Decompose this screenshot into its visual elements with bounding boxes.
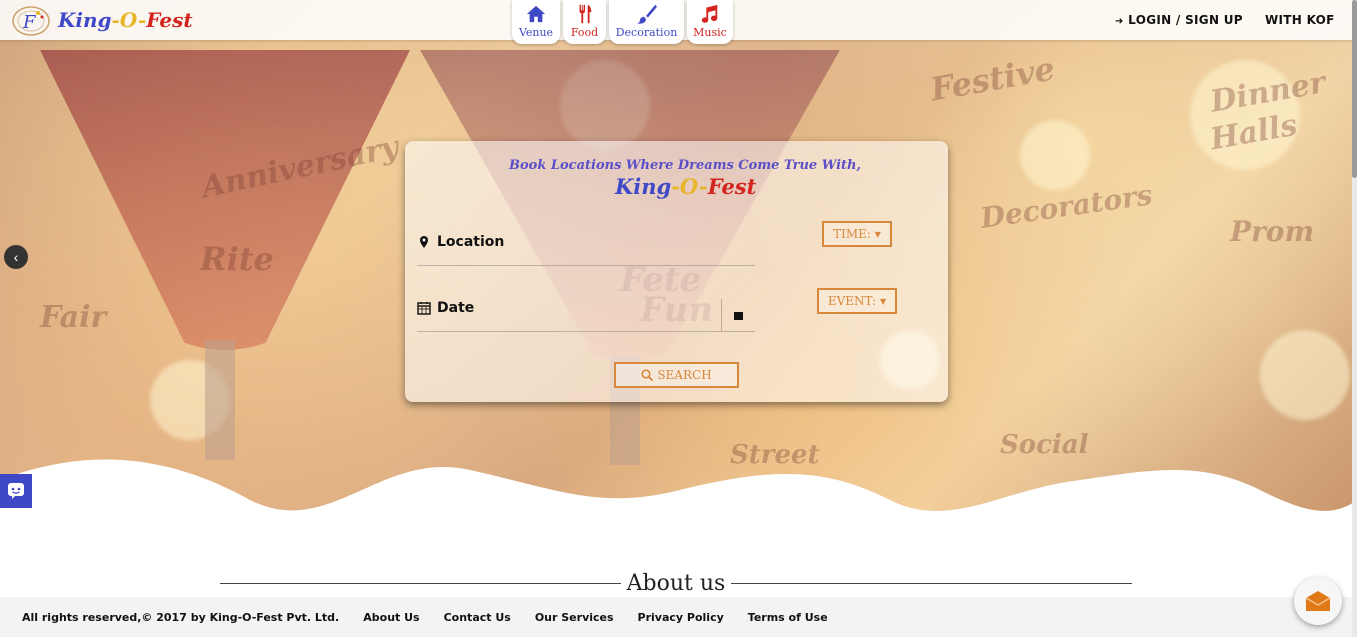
search-card: Book Locations Where Dreams Come True Wi… <box>405 141 948 402</box>
caret-down-icon: ▼ <box>879 296 887 306</box>
calendar-small-icon <box>734 311 743 320</box>
search-button[interactable]: SEARCH <box>614 362 739 388</box>
tab-decoration[interactable]: Decoration <box>609 0 684 44</box>
brand-name: King-O-Fest <box>58 8 193 32</box>
chevron-left-icon: ‹ <box>13 249 19 265</box>
top-navbar: F King-O-Fest Venue Food Decoration Musi… <box>0 0 1357 44</box>
search-icon <box>641 369 654 381</box>
chat-icon <box>8 483 24 499</box>
location-field[interactable]: Location <box>417 218 755 266</box>
search-card-brand: King-O-Fest <box>615 174 757 199</box>
date-label: Date <box>437 299 475 316</box>
sign-in-icon: ➜ <box>1115 16 1124 27</box>
calendar-icon <box>417 301 431 315</box>
tab-food[interactable]: Food <box>563 0 606 44</box>
login-signup-link[interactable]: ➜ LOGIN / SIGN UP <box>1115 13 1243 27</box>
tab-music[interactable]: Music <box>687 0 733 44</box>
scrollbar-thumb[interactable] <box>1352 0 1357 178</box>
home-icon <box>526 5 546 23</box>
footer: All rights reserved,© 2017 by King-O-Fes… <box>0 597 1357 637</box>
with-kof-link[interactable]: WITH KOF <box>1265 13 1335 27</box>
footer-link-services[interactable]: Our Services <box>535 611 614 624</box>
music-note-icon <box>701 4 718 23</box>
contact-mail-button[interactable] <box>1294 577 1342 625</box>
footer-link-privacy[interactable]: Privacy Policy <box>638 611 724 624</box>
event-dropdown[interactable]: EVENT: ▼ <box>817 288 897 314</box>
footer-link-about[interactable]: About Us <box>363 611 419 624</box>
copyright-text: All rights reserved,© 2017 by King-O-Fes… <box>22 610 340 624</box>
date-field[interactable]: Date <box>417 284 755 332</box>
paintbrush-icon <box>636 4 657 24</box>
utensils-icon <box>579 4 591 24</box>
about-heading: About us <box>220 568 1132 598</box>
brand-logo[interactable]: F King-O-Fest <box>8 3 193 37</box>
chat-widget-button[interactable] <box>0 474 32 508</box>
tab-venue[interactable]: Venue <box>512 0 560 44</box>
brand-emblem-icon: F <box>8 3 54 37</box>
search-card-title: Book Locations Where Dreams Come True Wi… <box>509 158 861 173</box>
envelope-icon <box>1305 591 1331 611</box>
carousel-prev-button[interactable]: ‹ <box>4 245 28 269</box>
svg-text:F: F <box>22 12 37 33</box>
time-dropdown[interactable]: TIME: ▼ <box>822 221 892 247</box>
footer-link-terms[interactable]: Terms of Use <box>748 611 828 624</box>
date-picker-button[interactable] <box>721 299 755 331</box>
caret-down-icon: ▼ <box>874 229 881 239</box>
map-marker-icon <box>420 235 428 248</box>
location-label: Location <box>437 233 505 250</box>
footer-link-contact[interactable]: Contact Us <box>444 611 511 624</box>
